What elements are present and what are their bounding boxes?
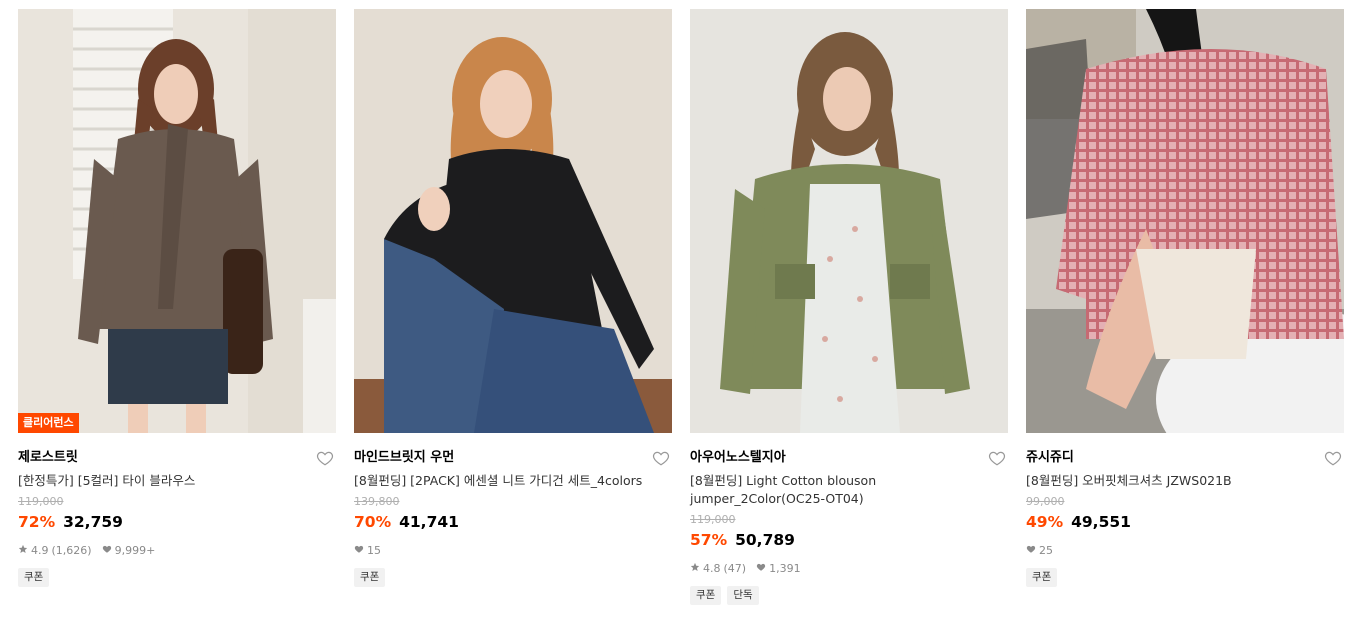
- brand-row: 마인드브릿지 우먼: [354, 446, 672, 470]
- brand-name[interactable]: 제로스트릿: [18, 446, 336, 470]
- product-name[interactable]: [한정특가] [5컬러] 타이 블라우스: [18, 472, 336, 490]
- product-card[interactable]: 쥬시쥬디 [8월펀딩] 오버핏체크셔츠 JZWS021B 99,000 49% …: [1026, 9, 1344, 587]
- meta-row: 25: [1026, 542, 1344, 560]
- rating: 4.8 (47): [690, 560, 746, 578]
- original-price: 119,000: [18, 495, 64, 508]
- heart-outline-icon[interactable]: [1324, 449, 1342, 467]
- heart-filled-icon: [102, 542, 112, 560]
- product-photo-check-shirt: [1026, 9, 1344, 433]
- likes: 9,999+: [102, 542, 156, 560]
- original-price: 139,800: [354, 495, 400, 508]
- sale-price: 49,551: [1071, 513, 1131, 531]
- likes: 25: [1026, 542, 1053, 560]
- product-photo-cardigan: [354, 9, 672, 433]
- product-image[interactable]: [690, 9, 1008, 433]
- heart-outline-icon[interactable]: [316, 449, 334, 467]
- review-count: (47): [723, 562, 747, 575]
- meta-row: 15: [354, 542, 672, 560]
- exclusive-tag: 단독: [727, 586, 759, 605]
- product-name[interactable]: [8월펀딩] [2PACK] 에센셜 니트 가디건 세트_4colors: [354, 472, 672, 490]
- discount-rate: 57%: [690, 531, 728, 549]
- coupon-tag: 쿠폰: [18, 568, 50, 587]
- product-name-line-2: jumper_2Color(OC25-OT04): [690, 491, 864, 506]
- sale-price: 50,789: [735, 531, 795, 549]
- star-icon: [690, 560, 700, 578]
- tag-list: 쿠폰: [1026, 568, 1344, 587]
- rating-value: 4.9: [31, 544, 49, 557]
- tag-list: 쿠폰 단독: [690, 586, 1008, 605]
- product-card[interactable]: 아우어노스텔지아 [8월펀딩] Light Cotton blouson jum…: [690, 9, 1008, 605]
- like-count: 15: [367, 544, 381, 557]
- original-price: 119,000: [690, 513, 736, 526]
- product-photo-blouse: [18, 9, 336, 433]
- coupon-tag: 쿠폰: [1026, 568, 1058, 587]
- product-card[interactable]: 마인드브릿지 우먼 [8월펀딩] [2PACK] 에센셜 니트 가디건 세트_4…: [354, 9, 672, 587]
- clearance-badge: 클리어런스: [18, 413, 79, 433]
- like-count: 25: [1039, 544, 1053, 557]
- like-count: 9,999+: [114, 544, 156, 557]
- original-price: 99,000: [1026, 495, 1065, 508]
- price-row: 49% 49,551: [1026, 510, 1344, 534]
- meta-row: 4.9 (1,626) 9,999+: [18, 542, 336, 560]
- heart-outline-icon[interactable]: [652, 449, 670, 467]
- product-grid: 클리어런스 제로스트릿 [한정특가] [5컬러] 타이 블라우스 119,000…: [0, 0, 1368, 639]
- coupon-tag: 쿠폰: [354, 568, 386, 587]
- like-count: 1,391: [769, 562, 801, 575]
- star-icon: [18, 542, 28, 560]
- price-row: 57% 50,789: [690, 528, 1008, 552]
- brand-row: 쥬시쥬디: [1026, 446, 1344, 470]
- brand-name[interactable]: 아우어노스텔지아: [690, 446, 1008, 470]
- heart-filled-icon: [756, 560, 766, 578]
- product-name-line-1: [8월펀딩] Light Cotton blouson: [690, 473, 877, 488]
- product-photo-jumper: [690, 9, 1008, 433]
- heart-outline-icon[interactable]: [988, 449, 1006, 467]
- product-image[interactable]: 클리어런스: [18, 9, 336, 433]
- discount-rate: 70%: [354, 513, 392, 531]
- coupon-tag: 쿠폰: [690, 586, 722, 605]
- brand-row: 제로스트릿: [18, 446, 336, 470]
- discount-rate: 72%: [18, 513, 56, 531]
- price-row: 70% 41,741: [354, 510, 672, 534]
- meta-row: 4.8 (47) 1,391: [690, 560, 1008, 578]
- product-name[interactable]: [8월펀딩] Light Cotton blouson jumper_2Colo…: [690, 472, 1008, 508]
- rating-value: 4.8: [703, 562, 721, 575]
- brand-name[interactable]: 마인드브릿지 우먼: [354, 446, 672, 470]
- product-card[interactable]: 클리어런스 제로스트릿 [한정특가] [5컬러] 타이 블라우스 119,000…: [18, 9, 336, 587]
- discount-rate: 49%: [1026, 513, 1064, 531]
- product-image[interactable]: [1026, 9, 1344, 433]
- brand-row: 아우어노스텔지아: [690, 446, 1008, 470]
- sale-price: 41,741: [399, 513, 459, 531]
- review-count: (1,626): [51, 544, 92, 557]
- tag-list: 쿠폰: [18, 568, 336, 587]
- rating: 4.9 (1,626): [18, 542, 92, 560]
- heart-filled-icon: [354, 542, 364, 560]
- likes: 1,391: [756, 560, 801, 578]
- brand-name[interactable]: 쥬시쥬디: [1026, 446, 1344, 470]
- product-image[interactable]: [354, 9, 672, 433]
- likes: 15: [354, 542, 381, 560]
- tag-list: 쿠폰: [354, 568, 672, 587]
- sale-price: 32,759: [63, 513, 123, 531]
- price-row: 72% 32,759: [18, 510, 336, 534]
- heart-filled-icon: [1026, 542, 1036, 560]
- product-name[interactable]: [8월펀딩] 오버핏체크셔츠 JZWS021B: [1026, 472, 1344, 490]
